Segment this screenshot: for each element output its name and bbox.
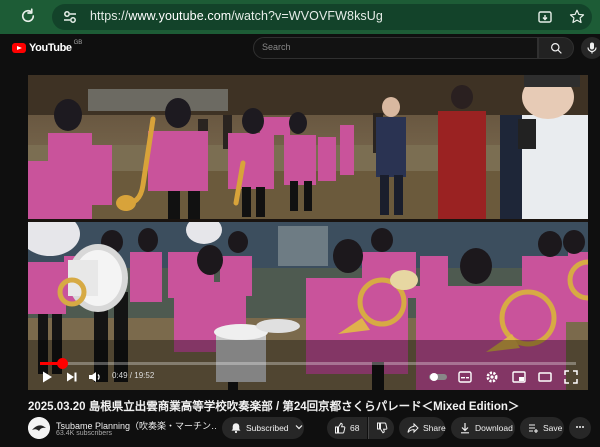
install-app-icon[interactable] (537, 9, 553, 25)
play-icon (43, 371, 52, 383)
logo-play-mark (12, 43, 26, 53)
logo-text: YouTube (29, 42, 72, 54)
miniplayer-button[interactable] (512, 368, 526, 386)
search-icon (551, 43, 562, 54)
video-frame-top (28, 75, 588, 219)
fullscreen-icon (564, 370, 578, 384)
search-placeholder: Search (262, 42, 291, 52)
share-button[interactable]: Share (399, 417, 446, 439)
search-button[interactable] (538, 37, 574, 59)
video-player[interactable]: 0:49 / 19:52 (28, 75, 588, 390)
fullscreen-button[interactable] (564, 368, 578, 386)
subscriber-count: 63.4K subscribers (56, 430, 113, 437)
like-button[interactable]: 68 (327, 417, 367, 439)
reload-icon[interactable] (18, 7, 38, 27)
theater-icon (538, 372, 552, 382)
autoplay-icon (429, 373, 447, 381)
channel-avatar[interactable] (28, 417, 50, 439)
settings-button[interactable] (485, 368, 499, 386)
dislike-button[interactable] (368, 417, 394, 439)
current-time: 0:49 (112, 371, 128, 380)
site-settings-icon[interactable] (62, 9, 78, 25)
share-icon (407, 422, 419, 434)
like-count: 68 (350, 423, 360, 433)
autoplay-toggle[interactable] (428, 368, 448, 386)
share-label: Share (423, 423, 446, 433)
download-label: Download (475, 423, 513, 433)
save-button[interactable]: Save (520, 417, 564, 439)
theater-button[interactable] (538, 368, 552, 386)
next-icon (67, 372, 77, 382)
mic-icon (587, 42, 597, 54)
search-input[interactable]: Search (253, 37, 538, 59)
save-label: Save (543, 423, 563, 433)
bookmark-star-icon[interactable] (568, 8, 586, 26)
download-button[interactable]: Download (451, 417, 515, 439)
play-button[interactable] (40, 368, 54, 386)
volume-icon (89, 372, 100, 382)
save-icon (527, 422, 539, 434)
next-button[interactable] (66, 368, 78, 386)
url-host: www.youtube.com (128, 9, 232, 23)
progress-bar[interactable] (40, 358, 576, 369)
duration: 19:52 (134, 371, 155, 380)
url-scheme: https:// (90, 9, 129, 23)
chevron-down-icon (295, 423, 303, 433)
youtube-logo-icon[interactable]: YouTube GB (12, 40, 83, 55)
subscribed-label: Subscribed (246, 423, 289, 433)
youtube-header: YouTube GB Search (0, 34, 600, 62)
dislike-icon (376, 422, 388, 434)
mute-button[interactable] (88, 368, 102, 386)
video-title: 2025.03.20 島根県立出雲商業高等学校吹奏楽部 / 第24回京都さくらパ… (28, 401, 520, 413)
url-text[interactable]: https://www.youtube.com/watch?v=WVOVFW8k… (90, 9, 383, 23)
browser-toolbar: https://www.youtube.com/watch?v=WVOVFW8k… (0, 0, 600, 34)
logo-region: GB (73, 40, 83, 46)
bell-icon (230, 422, 242, 434)
download-icon (459, 422, 471, 434)
time-display: 0:49 / 19:52 (112, 371, 154, 380)
subtitles-button[interactable] (458, 368, 472, 386)
mic-button[interactable] (581, 37, 600, 59)
miniplayer-icon (512, 371, 526, 383)
more-icon (575, 422, 585, 434)
url-path: /watch?v=WVOVFW8ksUg (231, 9, 383, 23)
more-actions-button[interactable] (569, 417, 591, 439)
settings-icon (486, 371, 498, 383)
subtitles-icon (458, 371, 472, 383)
subscribed-button[interactable]: Subscribed (222, 417, 304, 439)
address-bar[interactable]: https://www.youtube.com/watch?v=WVOVFW8k… (52, 4, 592, 30)
like-icon (334, 422, 346, 434)
